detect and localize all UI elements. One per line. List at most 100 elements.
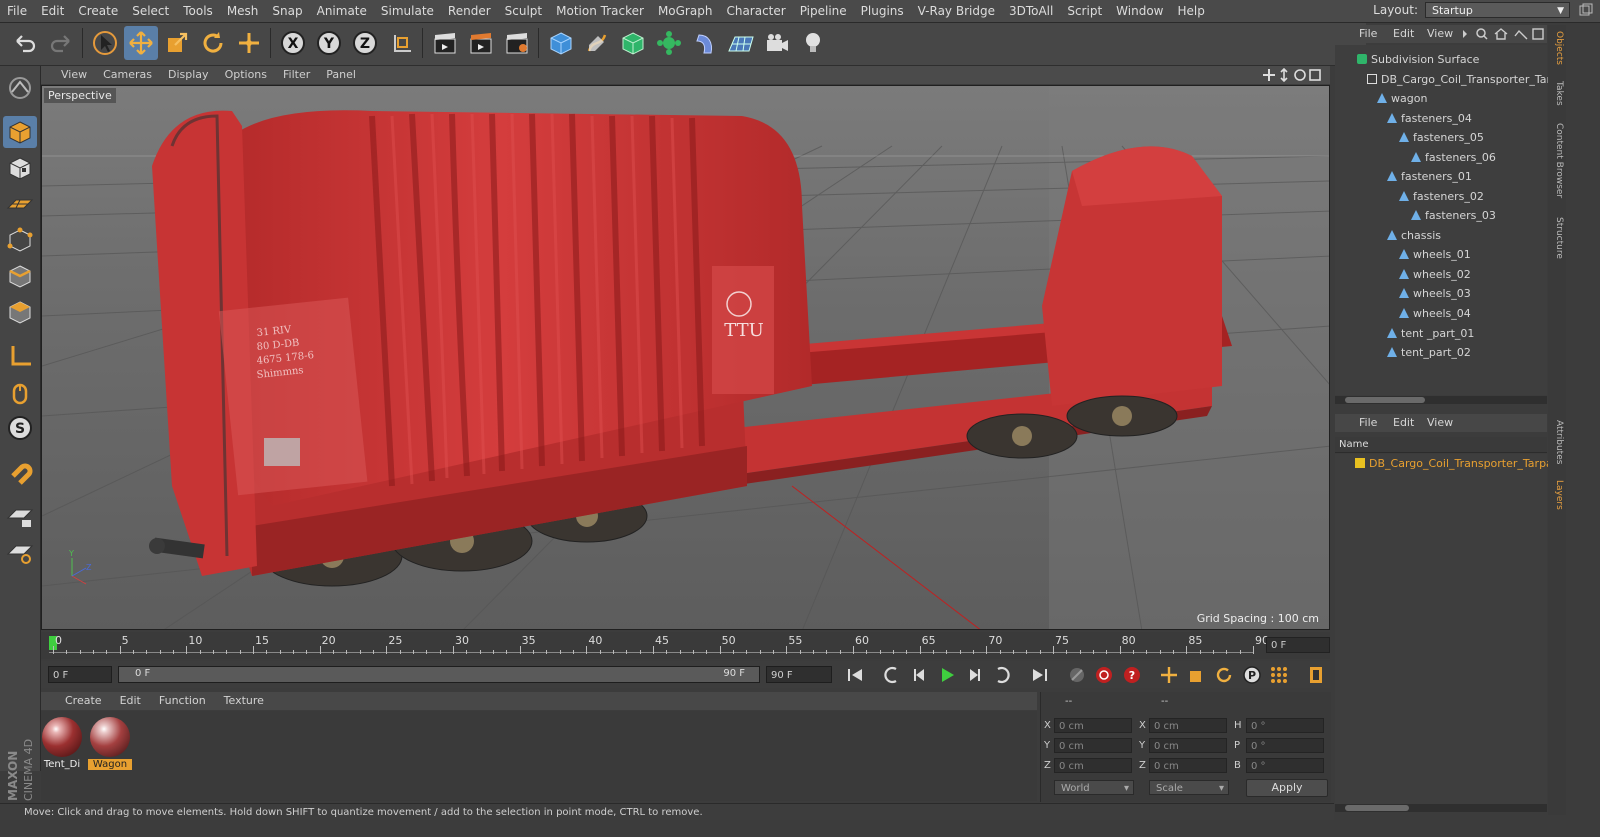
tree-item-fasteners-04[interactable]: fasteners_04: [1387, 109, 1472, 128]
rotation-b-field[interactable]: 0 °: [1246, 758, 1324, 773]
live-selection-button[interactable]: [88, 26, 122, 60]
layer-column-header[interactable]: Name: [1335, 437, 1547, 453]
tree-item-wagon[interactable]: wagon: [1377, 89, 1427, 108]
menu-character[interactable]: Character: [719, 0, 792, 22]
tab-attributes[interactable]: Attributes: [1550, 420, 1564, 464]
key-rotation-button[interactable]: [1212, 663, 1236, 687]
tab-layers[interactable]: Layers: [1550, 480, 1564, 510]
points-mode-button[interactable]: [3, 224, 37, 256]
keyframe-selection-button[interactable]: ?: [1120, 663, 1144, 687]
3d-viewport[interactable]: 31 RIV 80 D-DB 4675 178-6 Shimmns TTU YZ…: [41, 85, 1330, 630]
locked-workplane-button[interactable]: [3, 500, 37, 532]
scale-tool-button[interactable]: [160, 26, 194, 60]
go-to-start-button[interactable]: [843, 663, 867, 687]
menu-plugins[interactable]: Plugins: [854, 0, 911, 22]
object-menu-view[interactable]: View: [1427, 25, 1453, 43]
move-tool-button[interactable]: [124, 26, 158, 60]
menu-select[interactable]: Select: [125, 0, 176, 22]
viewport-menu-cameras[interactable]: Cameras: [95, 66, 160, 84]
rotation-h-field[interactable]: 0 °: [1246, 718, 1324, 733]
play-button[interactable]: [935, 663, 959, 687]
model-mode-button[interactable]: [3, 116, 37, 148]
tree-item-fasteners-05[interactable]: fasteners_05: [1399, 128, 1484, 147]
x-axis-lock-button[interactable]: X: [276, 26, 310, 60]
material-menu-function[interactable]: Function: [150, 692, 215, 710]
size-z-field[interactable]: 0 cm: [1149, 758, 1227, 773]
coordinate-space-dropdown[interactable]: World ▾: [1054, 780, 1134, 795]
frame-range-slider[interactable]: 0 F 90 F: [118, 666, 760, 683]
tree-item-fasteners-03[interactable]: fasteners_03: [1411, 206, 1496, 225]
z-axis-lock-button[interactable]: Z: [348, 26, 382, 60]
timeline-frame-field[interactable]: 0 F: [1266, 637, 1330, 653]
tweak-mode-button[interactable]: [3, 376, 37, 408]
viewport-menu-panel[interactable]: Panel: [318, 66, 364, 84]
tree-item-db-cargo[interactable]: DB_Cargo_Coil_Transporter_Tarp: [1367, 70, 1558, 89]
viewport-menu-view[interactable]: View: [41, 66, 95, 84]
menu-mograph[interactable]: MoGraph: [651, 0, 720, 22]
next-key-button[interactable]: [990, 663, 1014, 687]
size-mode-dropdown[interactable]: Scale ▾: [1149, 780, 1229, 795]
viewport-menu-display[interactable]: Display: [160, 66, 217, 84]
axis-mode-button[interactable]: [3, 340, 37, 372]
layer-menu-view[interactable]: View: [1427, 414, 1453, 432]
window-restore-icon[interactable]: [1574, 3, 1596, 19]
key-point-level-button[interactable]: [1267, 663, 1291, 687]
polygons-mode-button[interactable]: [3, 296, 37, 328]
object-menu-file[interactable]: File: [1359, 25, 1377, 43]
redo-button[interactable]: [44, 26, 78, 60]
transform-tool-button[interactable]: [232, 26, 266, 60]
light-button[interactable]: [796, 26, 830, 60]
tab-takes[interactable]: Takes: [1550, 81, 1564, 106]
autokey-button[interactable]: [1092, 663, 1116, 687]
tab-content-browser[interactable]: Content Browser: [1550, 123, 1564, 198]
deformer-button[interactable]: [688, 26, 722, 60]
menu-3dtoall[interactable]: 3DToAll: [1002, 0, 1060, 22]
tree-item-wheels-01[interactable]: wheels_01: [1399, 245, 1471, 264]
rotate-tool-button[interactable]: [196, 26, 230, 60]
floor-button[interactable]: [724, 26, 758, 60]
subdivision-surface-button[interactable]: [616, 26, 650, 60]
menu-tools[interactable]: Tools: [176, 0, 220, 22]
material-menu-create[interactable]: Create: [41, 692, 111, 710]
pen-spline-button[interactable]: [580, 26, 614, 60]
menu-mesh[interactable]: Mesh: [220, 0, 266, 22]
tab-objects[interactable]: Objects: [1550, 31, 1564, 65]
render-view-button[interactable]: [428, 26, 462, 60]
snap-button[interactable]: S: [3, 412, 37, 444]
planar-workplane-button[interactable]: [3, 536, 37, 568]
viewport-navigation-icons[interactable]: [1262, 67, 1322, 85]
workplane-mode-button[interactable]: [3, 188, 37, 220]
rotation-p-field[interactable]: 0 °: [1246, 738, 1324, 753]
render-settings-button[interactable]: [500, 26, 534, 60]
tree-item-tent-part-02[interactable]: tent_part_02: [1387, 343, 1471, 362]
y-axis-lock-button[interactable]: Y: [312, 26, 346, 60]
layer-row[interactable]: DB_Cargo_Coil_Transporter_Tarpa: [1355, 454, 1553, 473]
key-scale-button[interactable]: [1185, 663, 1209, 687]
menu-sculpt[interactable]: Sculpt: [498, 0, 549, 22]
magnet-button[interactable]: [3, 456, 37, 488]
make-editable-button[interactable]: [3, 72, 37, 104]
render-to-picture-viewer-button[interactable]: [464, 26, 498, 60]
max-frame-field[interactable]: 90 F: [766, 666, 832, 683]
menu-animate[interactable]: Animate: [310, 0, 374, 22]
position-z-field[interactable]: 0 cm: [1054, 758, 1132, 773]
undo-button[interactable]: [8, 26, 42, 60]
position-y-field[interactable]: 0 cm: [1054, 738, 1132, 753]
tree-item-wheels-03[interactable]: wheels_03: [1399, 284, 1471, 303]
scrollbar-thumb[interactable]: [1345, 805, 1409, 811]
tree-item-fasteners-02[interactable]: fasteners_02: [1399, 187, 1484, 206]
timeline-ruler[interactable]: 0 5 10 15 20 25 30 35 40 45 50 55 60 65 70 75 80 85 90: [41, 632, 1330, 659]
material-menu-edit[interactable]: Edit: [111, 692, 150, 710]
apply-button[interactable]: Apply: [1246, 779, 1328, 797]
current-frame-field[interactable]: 0 F: [48, 666, 112, 683]
tree-item-fasteners-01[interactable]: fasteners_01: [1387, 167, 1472, 186]
key-parameter-button[interactable]: P: [1240, 663, 1264, 687]
tree-item-wheels-04[interactable]: wheels_04: [1399, 304, 1471, 323]
menu-snap[interactable]: Snap: [265, 0, 309, 22]
object-manager-tool-icons[interactable]: [1461, 27, 1545, 44]
tree-item-wheels-02[interactable]: wheels_02: [1399, 265, 1471, 284]
tree-item-chassis[interactable]: chassis: [1387, 226, 1441, 245]
previous-frame-button[interactable]: [908, 663, 932, 687]
record-keys-button[interactable]: [1065, 663, 1089, 687]
menu-create[interactable]: Create: [71, 0, 125, 22]
